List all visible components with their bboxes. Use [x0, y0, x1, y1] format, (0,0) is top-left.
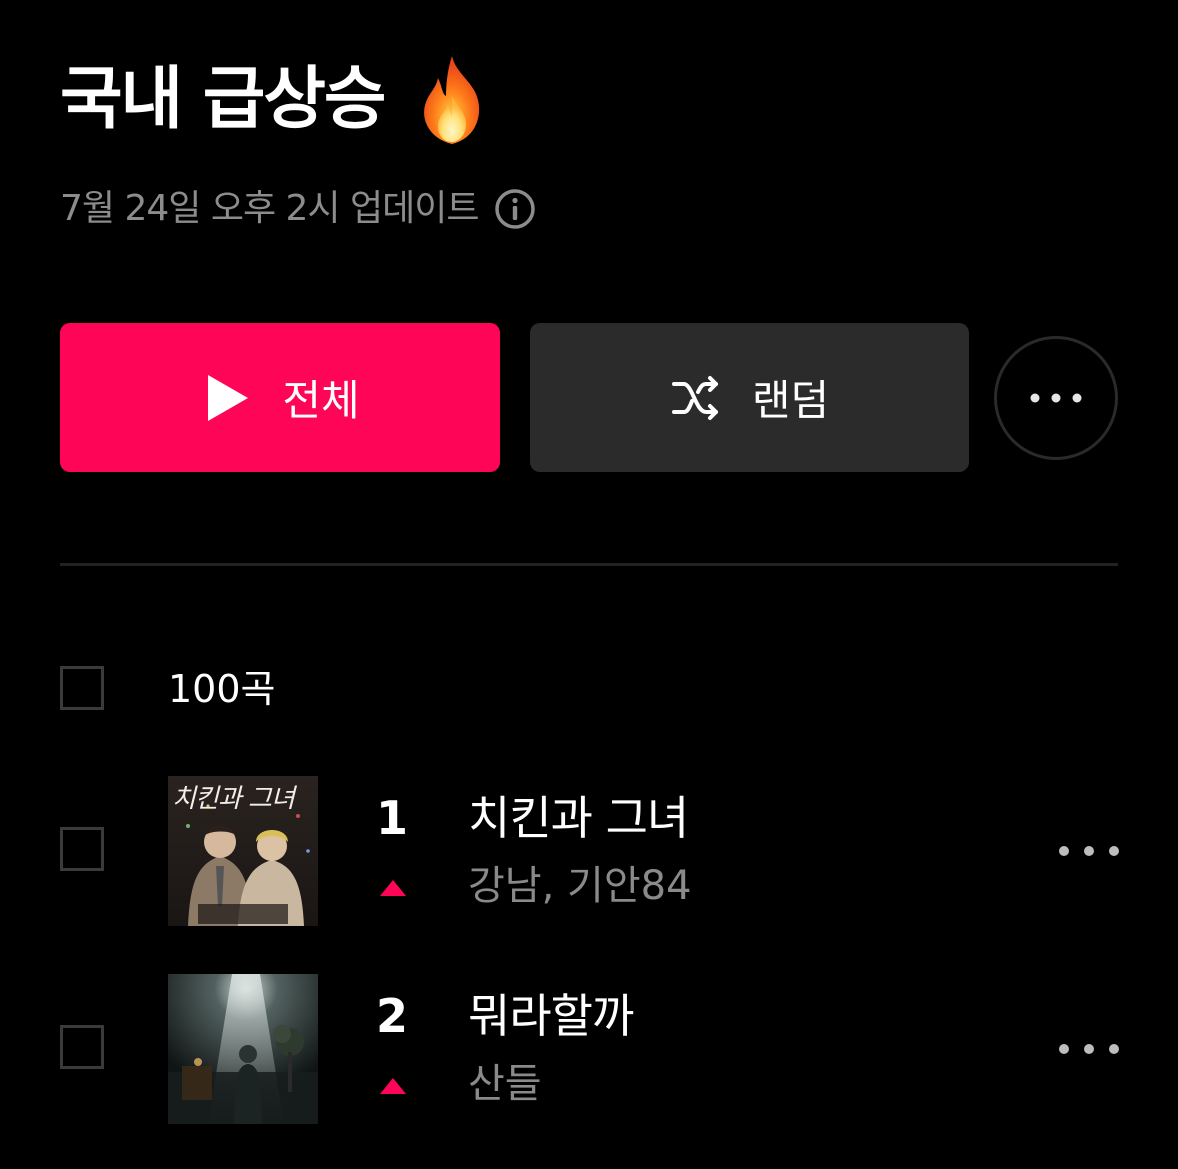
- track-more-button[interactable]: [1056, 831, 1122, 871]
- track-checkbox[interactable]: [60, 1025, 104, 1069]
- info-circle-icon[interactable]: [494, 188, 536, 230]
- play-all-label: 전체: [282, 376, 360, 425]
- update-time-text: 7월 24일 오후 2시 업데이트: [60, 188, 479, 229]
- play-all-button[interactable]: 전체: [60, 323, 500, 472]
- track-rank: 1: [375, 791, 408, 845]
- more-options-button[interactable]: [994, 336, 1118, 460]
- track-checkbox[interactable]: [60, 827, 104, 871]
- album-art[interactable]: [168, 974, 318, 1124]
- ellipsis-icon: [1029, 389, 1083, 408]
- shuffle-button[interactable]: 랜덤: [530, 323, 969, 472]
- track-row[interactable]: 2 뭐라할까 산들: [0, 974, 1178, 1124]
- track-artist[interactable]: 산들: [468, 1056, 542, 1112]
- update-info: 7월 24일 오후 2시 업데이트: [60, 184, 536, 234]
- shuffle-icon: [670, 372, 722, 424]
- page-title: 국내 급상승: [60, 52, 492, 148]
- ellipsis-icon: [1059, 1044, 1119, 1054]
- select-all-checkbox[interactable]: [60, 666, 104, 710]
- fire-icon: [412, 52, 492, 148]
- divider: [60, 563, 1118, 566]
- page-title-text: 국내 급상승: [60, 60, 386, 139]
- track-rank: 2: [375, 989, 408, 1043]
- ellipsis-icon: [1059, 846, 1119, 856]
- play-icon: [200, 372, 252, 424]
- track-artist[interactable]: 강남, 기안84: [468, 858, 692, 914]
- album-art[interactable]: 치킨과 그녀: [168, 776, 318, 926]
- track-title[interactable]: 치킨과 그녀: [468, 788, 689, 848]
- track-row[interactable]: 치킨과 그녀 1 치킨과 그녀 강남, 기안84: [0, 776, 1178, 926]
- track-title[interactable]: 뭐라할까: [468, 986, 634, 1046]
- track-more-button[interactable]: [1056, 1029, 1122, 1069]
- shuffle-label: 랜덤: [751, 376, 830, 425]
- trend-up-icon: [380, 1078, 406, 1094]
- album-art-text: 치킨과 그녀: [172, 784, 295, 814]
- trend-up-icon: [380, 880, 406, 896]
- track-count: 100곡: [168, 667, 276, 711]
